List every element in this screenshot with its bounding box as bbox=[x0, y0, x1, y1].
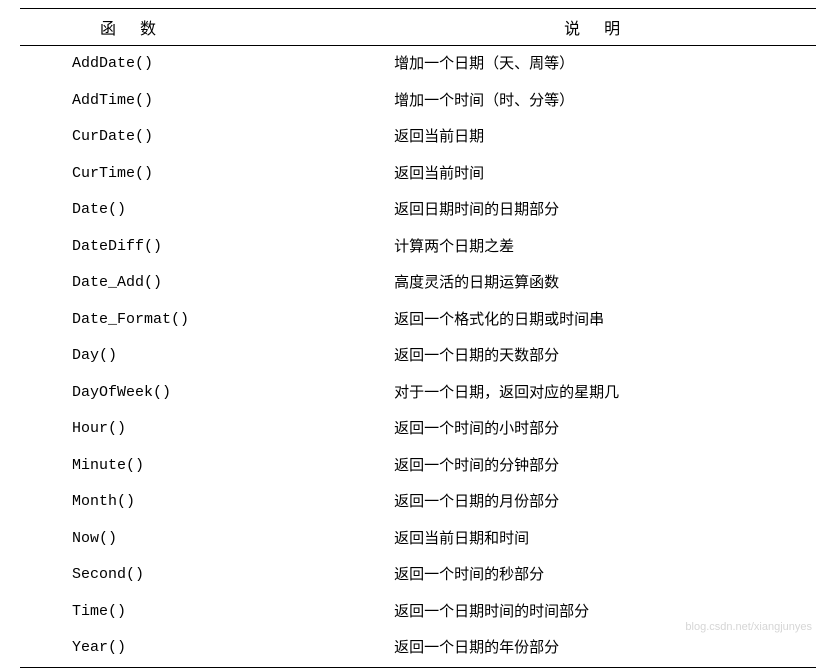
function-name-cell: AddTime() bbox=[20, 83, 394, 120]
function-description-cell: 返回一个日期的月份部分 bbox=[394, 484, 816, 521]
function-description-cell: 返回当前日期 bbox=[394, 119, 816, 156]
function-name-cell: Day() bbox=[20, 338, 394, 375]
function-name-cell: DayOfWeek() bbox=[20, 375, 394, 412]
function-name-cell: Hour() bbox=[20, 411, 394, 448]
watermark-text: blog.csdn.net/xiangjunyes bbox=[685, 621, 812, 633]
function-name-cell: Time() bbox=[20, 594, 394, 631]
header-function: 函数 bbox=[20, 9, 394, 46]
function-name-cell: DateDiff() bbox=[20, 229, 394, 266]
table-row: Second()返回一个时间的秒部分 bbox=[20, 557, 816, 594]
table-row: Date()返回日期时间的日期部分 bbox=[20, 192, 816, 229]
function-description-cell: 返回一个时间的分钟部分 bbox=[394, 448, 816, 485]
function-description-cell: 返回一个时间的小时部分 bbox=[394, 411, 816, 448]
table-row: AddTime()增加一个时间（时、分等） bbox=[20, 83, 816, 120]
function-name-cell: CurTime() bbox=[20, 156, 394, 193]
header-description: 说明 bbox=[394, 9, 816, 46]
table-row: CurDate()返回当前日期 bbox=[20, 119, 816, 156]
table-row: Month()返回一个日期的月份部分 bbox=[20, 484, 816, 521]
function-name-cell: CurDate() bbox=[20, 119, 394, 156]
function-description-cell: 对于一个日期，返回对应的星期几 bbox=[394, 375, 816, 412]
table-row: DateDiff()计算两个日期之差 bbox=[20, 229, 816, 266]
function-description-cell: 返回一个日期的年份部分 bbox=[394, 630, 816, 667]
function-description-cell: 返回当前时间 bbox=[394, 156, 816, 193]
function-description-cell: 增加一个时间（时、分等） bbox=[394, 83, 816, 120]
function-description-cell: 返回一个时间的秒部分 bbox=[394, 557, 816, 594]
function-description-cell: 高度灵活的日期运算函数 bbox=[394, 265, 816, 302]
table-header-row: 函数 说明 bbox=[20, 9, 816, 46]
function-name-cell: Date_Format() bbox=[20, 302, 394, 339]
table-row: Date_Add()高度灵活的日期运算函数 bbox=[20, 265, 816, 302]
function-name-cell: Now() bbox=[20, 521, 394, 558]
function-description-cell: 计算两个日期之差 bbox=[394, 229, 816, 266]
function-description-cell: 返回当前日期和时间 bbox=[394, 521, 816, 558]
function-description-cell: 返回一个格式化的日期或时间串 bbox=[394, 302, 816, 339]
function-name-cell: Date_Add() bbox=[20, 265, 394, 302]
table-row: Hour()返回一个时间的小时部分 bbox=[20, 411, 816, 448]
table-row: Year()返回一个日期的年份部分 bbox=[20, 630, 816, 667]
function-name-cell: Date() bbox=[20, 192, 394, 229]
function-description-cell: 返回一个日期的天数部分 bbox=[394, 338, 816, 375]
function-name-cell: Year() bbox=[20, 630, 394, 667]
table-row: Now()返回当前日期和时间 bbox=[20, 521, 816, 558]
table-row: DayOfWeek()对于一个日期，返回对应的星期几 bbox=[20, 375, 816, 412]
table-row: Date_Format()返回一个格式化的日期或时间串 bbox=[20, 302, 816, 339]
functions-table: 函数 说明 AddDate()增加一个日期（天、周等）AddTime()增加一个… bbox=[20, 8, 816, 668]
function-description-cell: 增加一个日期（天、周等） bbox=[394, 46, 816, 83]
function-name-cell: Second() bbox=[20, 557, 394, 594]
function-description-cell: 返回日期时间的日期部分 bbox=[394, 192, 816, 229]
function-name-cell: Minute() bbox=[20, 448, 394, 485]
function-name-cell: Month() bbox=[20, 484, 394, 521]
table-row: Day()返回一个日期的天数部分 bbox=[20, 338, 816, 375]
table-row: AddDate()增加一个日期（天、周等） bbox=[20, 46, 816, 83]
table-row: CurTime()返回当前时间 bbox=[20, 156, 816, 193]
table-row: Minute()返回一个时间的分钟部分 bbox=[20, 448, 816, 485]
function-name-cell: AddDate() bbox=[20, 46, 394, 83]
